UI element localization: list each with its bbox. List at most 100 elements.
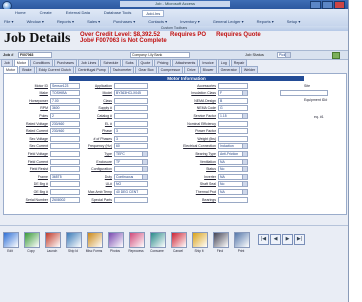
motor-mid-input-3[interactable] (114, 105, 148, 112)
menu-contacts[interactable]: Contacts ▾ (148, 19, 167, 24)
menu-general-ledger[interactable]: General Ledger ▾ (213, 19, 244, 24)
motor-left-input-14[interactable] (50, 188, 80, 195)
first-record-button[interactable]: |◀ (258, 234, 269, 245)
motor-mid-input-11[interactable] (114, 166, 148, 173)
menu-inventory[interactable]: Inventory ▾ (180, 19, 200, 24)
motor-right-input-4[interactable]: 1.15 (218, 112, 248, 119)
ribbon-tab-home[interactable]: Home (12, 10, 29, 15)
motor-right-input-10[interactable]: NA (218, 158, 248, 165)
motor-mid-input-7[interactable]: 3 (114, 135, 148, 142)
motor-left-input-12[interactable]: 365T5 (50, 173, 80, 180)
refresh-icon[interactable] (332, 52, 340, 59)
motor-left-field-10: Field Current (6, 158, 80, 165)
edit-icon[interactable] (3, 232, 19, 248)
ship-id-icon[interactable] (66, 232, 82, 248)
motor-right-input-15[interactable] (218, 196, 248, 203)
ship-it-icon[interactable] (192, 232, 208, 248)
motor-right-input-6[interactable] (218, 128, 248, 135)
menu-window[interactable]: Window ▾ (27, 19, 44, 24)
motor-right-input-11[interactable]: No (218, 166, 248, 173)
job-number-field[interactable]: F007063 (18, 52, 52, 58)
motor-mid-input-6[interactable]: 3 (114, 128, 148, 135)
menu-file[interactable]: File ▾ (4, 19, 14, 24)
motor-left-input-11[interactable] (50, 166, 80, 173)
misc-forms-icon[interactable] (87, 232, 103, 248)
equip-no-label: eq. #1 (314, 114, 324, 119)
alert-quote: Requires Quote (216, 32, 261, 38)
motor-left-input-15[interactable]: Z608002 (50, 196, 80, 203)
motor-left-input-9[interactable] (50, 150, 80, 157)
print-icon[interactable] (234, 232, 250, 248)
motor-left-label-10: Field Current (27, 159, 48, 164)
motor-left-input-7[interactable] (50, 135, 80, 142)
ribbon-tab-add-ins[interactable]: Add-Ins (142, 10, 165, 17)
motor-mid-input-1[interactable]: BY363HCLX045 (114, 90, 148, 97)
motor-mid-input-4[interactable] (114, 112, 148, 119)
menu-reports[interactable]: Reports ▾ (57, 19, 74, 24)
motor-left-input-0[interactable]: Sensor123 (50, 82, 80, 89)
motor-left-input-2[interactable]: 7.00 (50, 97, 80, 104)
motor-right-input-2[interactable]: B (218, 97, 248, 104)
menu-reports-2[interactable]: Reports ▾ (257, 19, 274, 24)
motor-left-input-13[interactable] (50, 181, 80, 188)
motor-right-input-7[interactable] (218, 135, 248, 142)
cancel-icon[interactable] (171, 232, 187, 248)
motor-mid-input-0[interactable] (114, 82, 148, 89)
motor-mid-field-9: Type TEFC (82, 150, 148, 157)
motor-right-label-7: Weight (lbs) (197, 136, 216, 141)
motor-right-label-3: NEMA Code (196, 106, 216, 111)
motor-right-input-5[interactable] (218, 120, 248, 127)
motor-mid-label-11: Configuration (91, 167, 112, 172)
motor-mid-input-14[interactable]: 40 DEG CENT (114, 188, 148, 195)
motor-mid-input-2[interactable] (114, 97, 148, 104)
consume-icon[interactable] (150, 232, 166, 248)
motor-mid-input-10[interactable]: TF (114, 158, 148, 165)
motor-right-input-9[interactable]: Anti-Friction (218, 150, 248, 157)
motor-left-input-8[interactable] (50, 143, 80, 150)
maximize-button[interactable] (322, 1, 333, 9)
ribbon-tab-create[interactable]: Create (37, 10, 55, 15)
photos-icon[interactable] (108, 232, 124, 248)
motor-left-input-5[interactable]: 230/460 (50, 120, 80, 127)
motor-right-input-12[interactable]: NA (218, 173, 248, 180)
motor-right-input-1[interactable]: F (218, 90, 248, 97)
prev-record-button[interactable]: ◀ (270, 234, 281, 245)
motor-mid-input-8[interactable]: 60 (114, 143, 148, 150)
motor-mid-input-13[interactable]: NO (114, 181, 148, 188)
motor-left-input-10[interactable] (50, 158, 80, 165)
motor-left-input-3[interactable]: 3600 (50, 105, 80, 112)
motor-left-input-6[interactable]: 230/460 (50, 128, 80, 135)
launch-icon[interactable] (45, 232, 61, 248)
motor-left-input-1[interactable]: TOSHIBA (50, 90, 80, 97)
find-icon[interactable] (213, 232, 229, 248)
motor-left-label-4: Poles (39, 113, 48, 118)
motor-mid-input-9[interactable]: TEFC (114, 150, 148, 157)
motor-mid-input-12[interactable]: Continuous (114, 173, 148, 180)
job-status-select[interactable]: Pickup (277, 52, 292, 58)
motor-right-input-8[interactable]: Induction (218, 143, 248, 150)
motor-right-input-14[interactable]: NA (218, 188, 248, 195)
ribbon-tab-database-tools[interactable]: Database Tools (101, 10, 135, 15)
find-button-label: Find (216, 249, 224, 253)
close-button[interactable] (334, 1, 345, 9)
motor-left-input-4[interactable]: 2 (50, 112, 80, 119)
minimize-button[interactable] (310, 1, 321, 9)
last-record-button[interactable]: ▶| (294, 234, 305, 245)
site-input[interactable] (280, 89, 328, 96)
copy-icon[interactable] (24, 232, 40, 248)
next-record-button[interactable]: ▶ (282, 234, 293, 245)
motor-mid-input-5[interactable] (114, 120, 148, 127)
motor-mid-field-14: Max Amb Temp 40 DEG CENT (82, 188, 148, 195)
motor-right-input-3[interactable]: G (218, 105, 248, 112)
menu-setup[interactable]: Setup ▾ (287, 19, 301, 24)
company-field[interactable]: Company: Lily Bank (130, 52, 190, 58)
menu-sales[interactable]: Sales ▾ (87, 19, 100, 24)
motor-right-input-13[interactable]: No (218, 181, 248, 188)
menu-purchases[interactable]: Purchases ▾ (113, 19, 135, 24)
ribbon-tab-external-data[interactable]: External Data (63, 10, 93, 15)
reprocess-icon[interactable] (129, 232, 145, 248)
motor-right-field-9: Bearing Type Anti-Friction (180, 150, 248, 157)
motor-right-input-0[interactable] (218, 82, 248, 89)
motor-left-field-8: Sec Current (6, 143, 80, 150)
motor-mid-input-15[interactable] (114, 196, 148, 203)
